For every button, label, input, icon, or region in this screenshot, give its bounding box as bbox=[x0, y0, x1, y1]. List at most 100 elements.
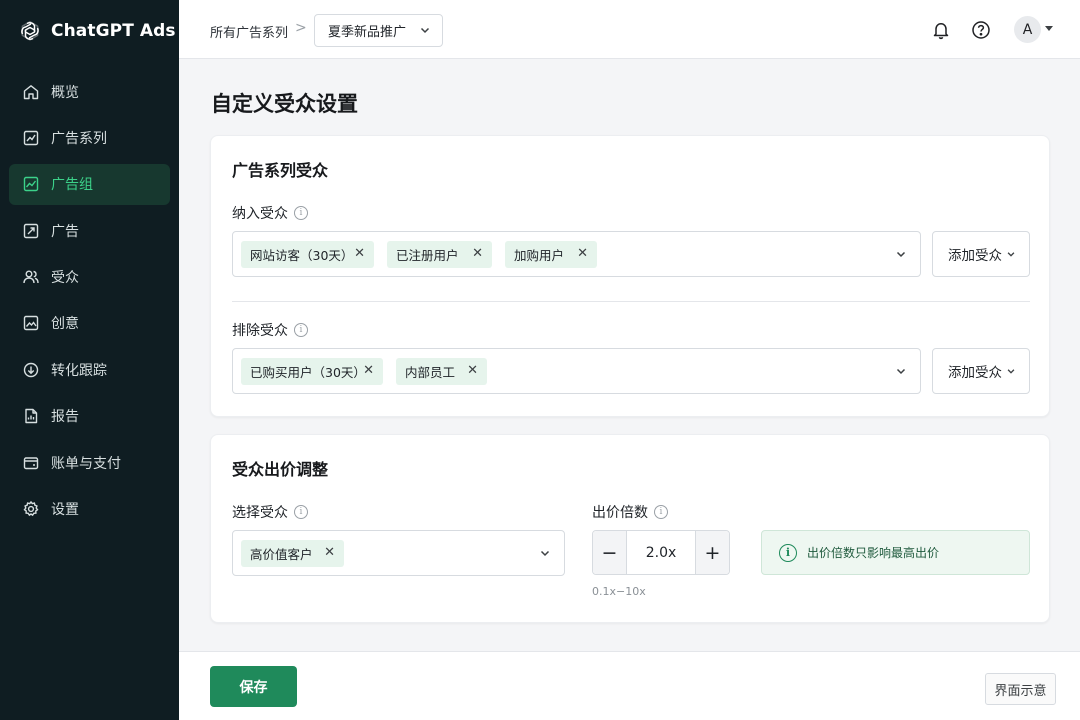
top-bar: 所有广告系列 > 夏季新品推广 A bbox=[179, 0, 1080, 59]
sidebar-item-label: 概览 bbox=[51, 84, 79, 101]
sidebar-item-reports[interactable]: 报告 bbox=[9, 396, 170, 437]
chart-box-icon bbox=[22, 129, 40, 147]
include-audience-label: 纳入受众 i bbox=[232, 203, 308, 223]
add-exclude-audience-button[interactable]: 添加受众 bbox=[932, 348, 1030, 394]
chip-remove-icon[interactable]: ✕ bbox=[577, 246, 588, 261]
app-name: ChatGPT Ads bbox=[51, 21, 176, 41]
chevron-down-icon bbox=[896, 251, 906, 258]
users-icon bbox=[22, 268, 40, 286]
save-button[interactable]: 保存 bbox=[210, 666, 297, 707]
footer-bar: 保存 界面示意 bbox=[179, 651, 1080, 720]
add-include-audience-button[interactable]: 添加受众 bbox=[932, 231, 1030, 277]
increment-button[interactable]: + bbox=[695, 531, 729, 574]
audience-chip: 已购买用户（30天） ✕ bbox=[241, 358, 383, 385]
sidebar-item-label: 广告组 bbox=[51, 177, 93, 194]
chip-remove-icon[interactable]: ✕ bbox=[363, 363, 374, 378]
info-icon[interactable]: i bbox=[654, 505, 668, 519]
chip-label: 内部员工 bbox=[405, 365, 456, 380]
info-icon[interactable]: i bbox=[294, 505, 308, 519]
campaign-audience-card: 广告系列受众 纳入受众 i 网站访客（30天） ✕ 已注册用户 ✕ 加购用户 ✕… bbox=[210, 135, 1050, 417]
chevron-down-icon bbox=[1007, 369, 1015, 374]
sidebar-item-audiences[interactable]: 受众 bbox=[9, 257, 170, 298]
chip-remove-icon[interactable]: ✕ bbox=[354, 246, 365, 261]
breadcrumb-all-campaigns[interactable]: 所有广告系列 bbox=[210, 22, 288, 41]
sidebar-item-label: 创意 bbox=[51, 316, 79, 333]
brand[interactable]: ChatGPT Ads bbox=[0, 0, 179, 62]
audience-chip: 加购用户 ✕ bbox=[505, 241, 597, 268]
button-label: 添加受众 bbox=[948, 248, 1002, 264]
chip-label: 已购买用户（30天） bbox=[250, 365, 366, 380]
demo-tag: 界面示意 bbox=[985, 673, 1056, 705]
audience-chip: 高价值客户 ✕ bbox=[241, 540, 344, 567]
gear-icon bbox=[22, 500, 40, 518]
chip-remove-icon[interactable]: ✕ bbox=[467, 363, 478, 378]
audience-chip: 内部员工 ✕ bbox=[396, 358, 487, 385]
field-label-text: 选择受众 bbox=[232, 505, 288, 521]
chip-label: 加购用户 bbox=[514, 248, 565, 263]
sidebar-item-label: 广告系列 bbox=[51, 130, 107, 147]
page-title: 自定义受众设置 bbox=[211, 92, 358, 116]
field-label-text: 排除受众 bbox=[232, 323, 288, 339]
chevron-down-icon bbox=[540, 550, 550, 557]
sidebar-item-label: 受众 bbox=[51, 270, 79, 287]
include-audience-select[interactable]: 网站访客（30天） ✕ 已注册用户 ✕ 加购用户 ✕ bbox=[232, 231, 921, 277]
chip-label: 高价值客户 bbox=[250, 547, 313, 562]
sidebar-item-campaigns[interactable]: 广告系列 bbox=[9, 117, 170, 158]
multiplier-range-hint: 0.1x−10x bbox=[592, 585, 646, 598]
sidebar-item-creatives[interactable]: 创意 bbox=[9, 303, 170, 344]
bid-multiplier-label: 出价倍数 i bbox=[592, 502, 668, 522]
audience-bid-adjust-card: 受众出价调整 选择受众 i 高价值客户 ✕ 出价倍数 i − + 0.1x−10… bbox=[210, 434, 1050, 623]
exclude-audience-label: 排除受众 i bbox=[232, 320, 308, 340]
audience-chip: 网站访客（30天） ✕ bbox=[241, 241, 374, 268]
sidebar-item-settings[interactable]: 设置 bbox=[9, 489, 170, 530]
sidebar-item-label: 账单与支付 bbox=[51, 455, 121, 472]
chart-group-icon bbox=[22, 175, 40, 193]
help-icon[interactable] bbox=[971, 20, 991, 40]
account-menu-caret-icon[interactable] bbox=[1045, 26, 1053, 31]
exclude-audience-select[interactable]: 已购买用户（30天） ✕ 内部员工 ✕ bbox=[232, 348, 921, 394]
report-icon bbox=[22, 407, 40, 425]
chevron-down-icon bbox=[420, 27, 430, 34]
sidebar-item-label: 转化跟踪 bbox=[51, 362, 107, 379]
sidebar: ChatGPT Ads 概览 广告系列 广告组 广告 受众 创意 转化跟踪 报告… bbox=[0, 0, 179, 720]
info-circle-icon: i bbox=[779, 543, 797, 562]
sidebar-item-billing[interactable]: 账单与支付 bbox=[9, 442, 170, 483]
chip-label: 已注册用户 bbox=[396, 248, 459, 263]
chip-remove-icon[interactable]: ✕ bbox=[472, 246, 483, 261]
sidebar-item-label: 设置 bbox=[51, 502, 79, 519]
wallet-icon bbox=[22, 454, 40, 472]
bell-icon[interactable] bbox=[931, 20, 951, 40]
sidebar-item-overview[interactable]: 概览 bbox=[9, 71, 170, 112]
breadcrumb-separator: > bbox=[295, 20, 307, 36]
sidebar-nav: 概览 广告系列 广告组 广告 受众 创意 转化跟踪 报告 账单与支付 设置 bbox=[0, 71, 179, 530]
sidebar-item-ads[interactable]: 广告 bbox=[9, 210, 170, 251]
sidebar-item-label: 广告 bbox=[51, 223, 79, 240]
sidebar-item-ad-groups[interactable]: 广告组 bbox=[9, 163, 170, 205]
bid-audience-select[interactable]: 高价值客户 ✕ bbox=[232, 530, 565, 576]
audience-chip: 已注册用户 ✕ bbox=[387, 241, 492, 268]
sidebar-item-conversion-tracking[interactable]: 转化跟踪 bbox=[9, 349, 170, 390]
field-label-text: 出价倍数 bbox=[592, 505, 648, 521]
chip-remove-icon[interactable]: ✕ bbox=[324, 545, 335, 560]
chevron-down-icon bbox=[1007, 252, 1015, 257]
conversion-icon bbox=[22, 361, 40, 379]
bid-notice: i 出价倍数只影响最高出价 bbox=[761, 530, 1030, 575]
bid-multiplier-stepper: − + bbox=[592, 530, 730, 575]
sidebar-item-label: 报告 bbox=[51, 409, 79, 426]
field-label-text: 纳入受众 bbox=[232, 206, 288, 222]
chevron-down-icon bbox=[896, 368, 906, 375]
openai-logo-icon bbox=[21, 21, 39, 41]
ad-icon bbox=[22, 222, 40, 240]
card-title: 广告系列受众 bbox=[232, 161, 329, 180]
notice-text: 出价倍数只影响最高出价 bbox=[807, 546, 940, 560]
card-title: 受众出价调整 bbox=[232, 460, 329, 479]
avatar[interactable]: A bbox=[1014, 16, 1041, 43]
bid-multiplier-input[interactable] bbox=[627, 531, 695, 574]
campaign-select[interactable]: 夏季新品推广 bbox=[314, 14, 443, 47]
decrement-button[interactable]: − bbox=[593, 531, 627, 574]
info-icon[interactable]: i bbox=[294, 323, 308, 337]
image-icon bbox=[22, 314, 40, 332]
info-icon[interactable]: i bbox=[294, 206, 308, 220]
section-divider bbox=[232, 301, 1030, 302]
campaign-select-value: 夏季新品推广 bbox=[328, 25, 407, 40]
